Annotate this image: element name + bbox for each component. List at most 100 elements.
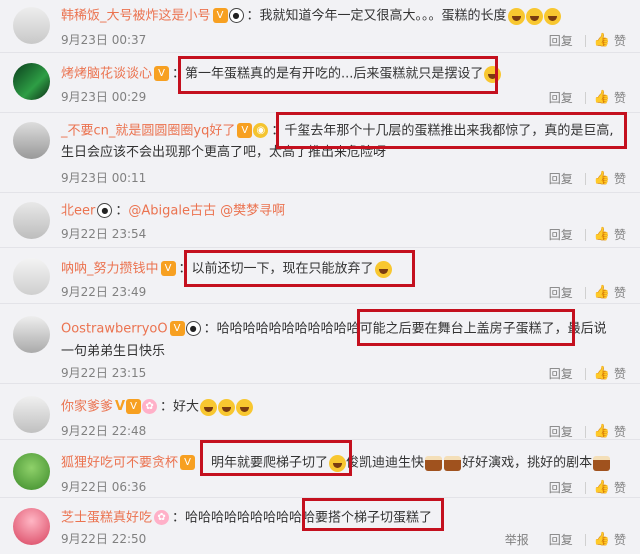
comment-text: 俊凯迪迪生快 [346,455,425,471]
avatar[interactable] [13,453,50,490]
comment-text-continued: 一句弟弟生日快乐 [61,344,166,359]
divider [584,533,586,546]
laugh-emoji-icon [374,260,392,278]
avatar[interactable] [13,258,50,295]
comment-text: 好大 [173,399,200,415]
comment-time: 9月23日 00:29 [61,90,147,104]
reply-button[interactable]: 回复 [549,479,573,497]
like-button[interactable]: 赞 [614,89,626,107]
comment-item: _不要cn_就是圆圆圈圈yq好了 V ◉ ：千玺去年那个十几层的蛋糕推出来我都惊了，真… [0,113,640,193]
vip-icon: V [126,399,142,414]
comment-item: 韩稀饭_大号被炸这是小号 V ● ：我就知道今年一定又很高大。。。蛋糕的长度 9月23… [0,0,640,53]
comment-actions: 回复 👍 赞 [549,88,626,107]
laugh-emoji-icon [525,7,543,25]
username[interactable]: 你家爹爹 [61,400,113,415]
reply-button[interactable]: 回复 [549,531,573,549]
username[interactable]: 狐狸好吃可不要贪杯 [61,456,178,471]
comment-text-end: 好好演戏，挑好的剧本 [462,455,593,471]
avatar[interactable] [13,396,50,433]
divider [584,34,586,47]
avatar[interactable] [13,508,50,545]
laugh-emoji-icon [484,65,502,83]
comment-time: 9月23日 00:37 [61,33,147,47]
username[interactable]: 北eer [61,204,95,219]
panda-icon: ● [97,203,113,218]
comment-text-highlighted: 明年就要爬梯子切了 [211,455,329,471]
user-badges: ● [97,202,113,220]
comment-time: 9月22日 06:36 [61,480,147,494]
reply-button[interactable]: 回复 [549,423,573,441]
thumbs-up-icon[interactable]: 👍 [594,89,610,107]
mention-link[interactable]: @樊梦寻啊 [220,204,285,219]
thumbs-up-icon[interactable]: 👍 [594,423,610,441]
cake-icon [593,455,611,471]
comment-actions: 回复 👍 赞 [549,225,626,244]
like-button[interactable]: 赞 [614,226,626,244]
comment-text-highlighted: 可能之后要在舞台上盖房子蛋糕了 [359,321,555,337]
report-button[interactable]: 举报 [505,531,529,549]
divider [584,286,586,299]
like-button[interactable]: 赞 [614,284,626,302]
comment-time: 9月22日 22:50 [61,532,147,546]
username[interactable]: _不要cn_就是圆圆圈圈yq好了 [61,124,235,139]
reply-button[interactable]: 回复 [549,170,573,188]
divider [584,228,586,241]
comment-actions: 回复 👍 赞 [549,364,626,383]
comment-text-suffix: ，最后说 [554,321,607,337]
like-button[interactable]: 赞 [614,170,626,188]
comment-text-continued: 生日会应该不会出现那个更高了吧，太高了推出来危险呀 [61,145,387,160]
avatar[interactable] [13,7,50,44]
vip-icon: V [160,261,176,276]
comment-item: 呐呐_努力攒钱中 V ：以前还切一下，现在只能放弃了 9月22日 23:49 回复 👍… [0,248,640,304]
comment-time: 9月23日 00:11 [61,171,147,185]
laugh-emoji-icon [507,7,525,25]
comment-item: 北eer ● ：@Abigale古古 @樊梦寻啊 9月22日 23:54 回复 👍 赞 [0,193,640,248]
divider [584,425,586,438]
vip-icon: V [180,455,196,470]
comment-time: 9月22日 23:49 [61,285,147,299]
divider [584,91,586,104]
avatar[interactable] [13,202,50,239]
username[interactable]: 烤烤脑花谈谈心 [61,67,152,82]
thumbs-up-icon[interactable]: 👍 [594,365,610,383]
comment-item: 狐狸好吃可不要贪杯 V ：明年就要爬梯子切了 俊凯迪迪生快 好好演戏，挑好的剧本 9月2… [0,440,640,498]
cake-icon [444,455,462,471]
thumbs-up-icon[interactable]: 👍 [594,226,610,244]
thumbs-up-icon[interactable]: 👍 [594,32,610,50]
like-button[interactable]: 赞 [614,365,626,383]
divider [584,481,586,494]
mention-link[interactable]: @Abigale古古 [128,204,216,219]
reply-button[interactable]: 回复 [549,284,573,302]
like-button[interactable]: 赞 [614,531,626,549]
username[interactable]: 韩稀饭_大号被炸这是小号 [61,9,211,24]
comment-item: 烤烤脑花谈谈心 V ：第一年蛋糕真的是有开吃的...后来蛋糕就只是摆设了 9月23日… [0,53,640,113]
avatar[interactable] [13,63,50,100]
comment-item: OostrawberryoO V ● ：哈哈哈哈哈哈哈哈哈哈哈可能之后要在舞台上盖房子… [0,304,640,384]
flower-icon: ✿ [142,399,158,414]
comment-time: 9月22日 22:48 [61,424,147,438]
comment-actions: 回复 👍 赞 [549,31,626,50]
avatar[interactable] [13,316,50,353]
vip-icon: V [154,66,170,81]
comment-list: 韩稀饭_大号被炸这是小号 V ● ：我就知道今年一定又很高大。。。蛋糕的长度 9月23… [0,0,640,554]
reply-button[interactable]: 回复 [549,226,573,244]
comment-item: 你家爹爹 V V ✿ ：好大 9月22日 22:48 回复 👍 赞 [0,384,640,440]
reply-button[interactable]: 回复 [549,89,573,107]
reply-button[interactable]: 回复 [549,365,573,383]
thumbs-up-icon[interactable]: 👍 [594,479,610,497]
like-button[interactable]: 赞 [614,32,626,50]
comment-text: 以前还切一下，现在只能放弃了 [191,261,374,277]
user-badges: V [154,65,170,83]
comment-item: 芝士蛋糕真好吃 ✿ ：哈哈哈哈哈哈哈哈哈哈要搭个梯子切蛋糕了 9月22日 22:50… [0,498,640,554]
username[interactable]: OostrawberryoO [61,322,168,337]
username[interactable]: 芝士蛋糕真好吃 [61,511,152,526]
reply-button[interactable]: 回复 [549,32,573,50]
comment-text-highlighted: 要搭个梯子切蛋糕了 [315,510,433,526]
thumbs-up-icon[interactable]: 👍 [594,531,610,549]
avatar[interactable] [13,122,50,159]
username[interactable]: 呐呐_努力攒钱中 [61,262,159,277]
like-button[interactable]: 赞 [614,479,626,497]
thumbs-up-icon[interactable]: 👍 [594,284,610,302]
like-button[interactable]: 赞 [614,423,626,441]
thumbs-up-icon[interactable]: 👍 [594,170,610,188]
